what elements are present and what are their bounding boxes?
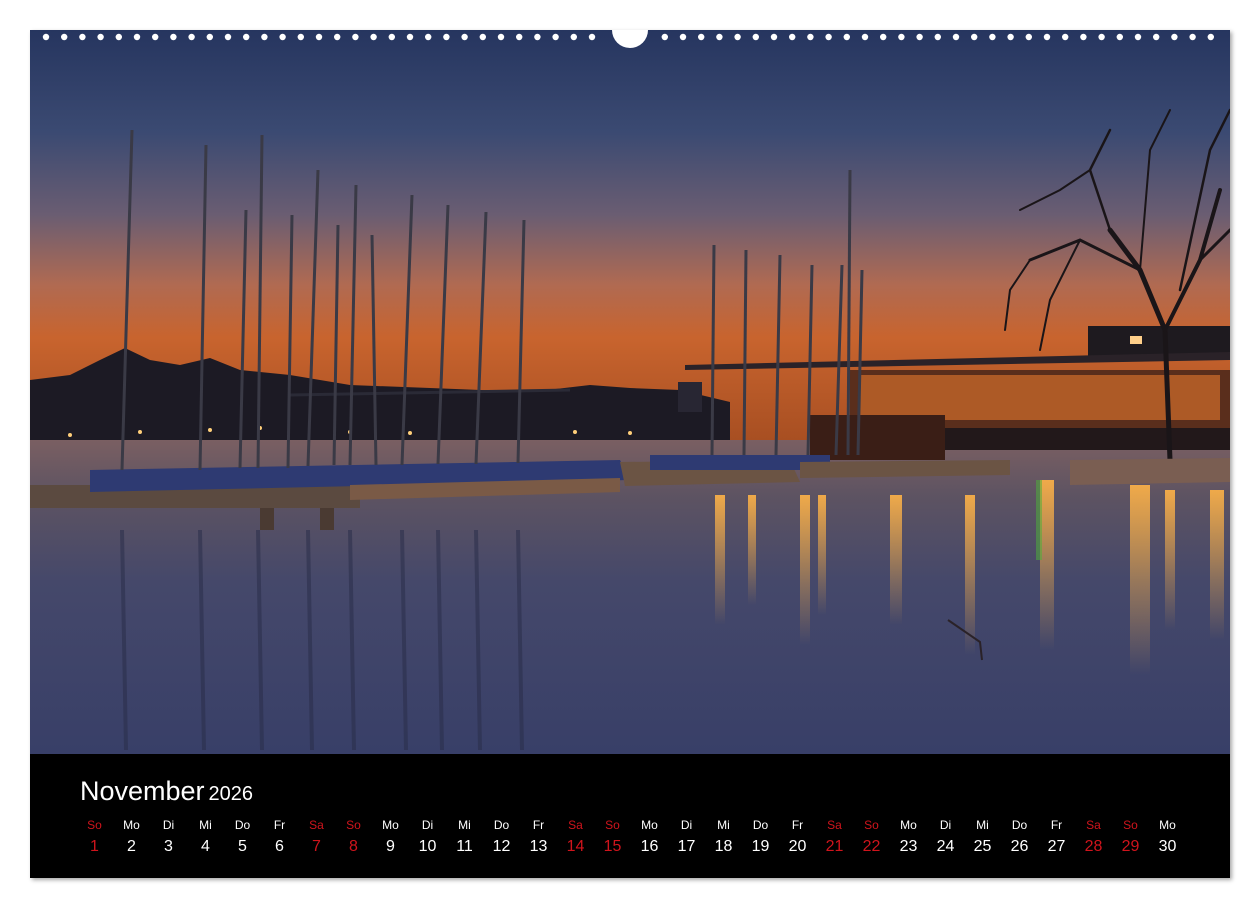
weekday-label: Mo [900,818,917,832]
weekday-label: Mo [1159,818,1176,832]
weekday-label: So [87,818,102,832]
weekday-label: Do [493,818,510,832]
weekday-label: Sa [309,818,324,832]
weekday-label: Sa [827,818,842,832]
harbor-dusk-photo [30,30,1230,754]
weekday-label: Fr [273,818,286,832]
weekday-label: Mi [717,818,730,832]
day-number: 1 [90,838,99,855]
day-number: 28 [1084,838,1103,855]
month-year: 2026 [208,783,254,805]
distant-building [678,382,702,412]
weekday-label: Mi [976,818,989,832]
day-number: 29 [1121,838,1140,855]
day-number: 8 [349,838,358,855]
weekday-label: Di [162,818,175,832]
weekday-label: Fr [791,818,804,832]
day-number: 2 [127,838,136,855]
day-number: 3 [164,838,173,855]
weekday-label: So [346,818,361,832]
day-number: 20 [788,838,807,855]
day-number: 16 [640,838,659,855]
day-number: 30 [1158,838,1177,855]
day-number: 22 [862,838,881,855]
day-number: 24 [936,838,955,855]
weekday-label: Sa [1086,818,1101,832]
weekday-label: So [864,818,879,832]
weekday-label: Di [421,818,434,832]
weekday-label: Mo [123,818,140,832]
day-number: 17 [677,838,696,855]
weekday-label: Fr [532,818,545,832]
day-number: 26 [1010,838,1029,855]
calendar-page: November 2026 So 1 Mo 2 Di 3 Mi 4 Do 5 Fr 6 Sa 7 So 8 Mo 9… [30,30,1230,878]
day-number: 19 [751,838,770,855]
weekday-label: So [1123,818,1138,832]
month-title: November 2026 [80,776,253,807]
weekday-label: Mi [199,818,212,832]
day-number: 18 [714,838,733,855]
weekday-label: Do [234,818,251,832]
weekday-label: Di [939,818,952,832]
calendar-bar: November 2026 So 1 Mo 2 Di 3 Mi 4 Do 5 Fr 6 Sa 7 So 8 Mo 9… [30,754,1230,878]
day-number: 12 [492,838,511,855]
weekday-label: Do [752,818,769,832]
day-number: 14 [566,838,585,855]
weekday-label: Sa [568,818,583,832]
day-number: 21 [825,838,844,855]
day-number: 13 [529,838,548,855]
day-number: 10 [418,838,437,855]
weekday-label: Mo [382,818,399,832]
day-number: 4 [201,838,210,855]
day-number: 27 [1047,838,1066,855]
day-number: 25 [973,838,992,855]
weekday-label: Mi [458,818,471,832]
day-number: 7 [312,838,321,855]
day-number: 23 [899,838,918,855]
month-name: November [80,776,205,806]
day-number: 11 [456,838,473,855]
day-number: 5 [238,838,247,855]
day-number: 9 [386,838,395,855]
weekday-label: So [605,818,620,832]
weekday-label: Mo [641,818,658,832]
day-number: 15 [603,838,622,855]
weekday-label: Di [680,818,693,832]
weekday-label: Fr [1050,818,1063,832]
day-number: 6 [275,838,284,855]
weekday-label: Do [1011,818,1028,832]
